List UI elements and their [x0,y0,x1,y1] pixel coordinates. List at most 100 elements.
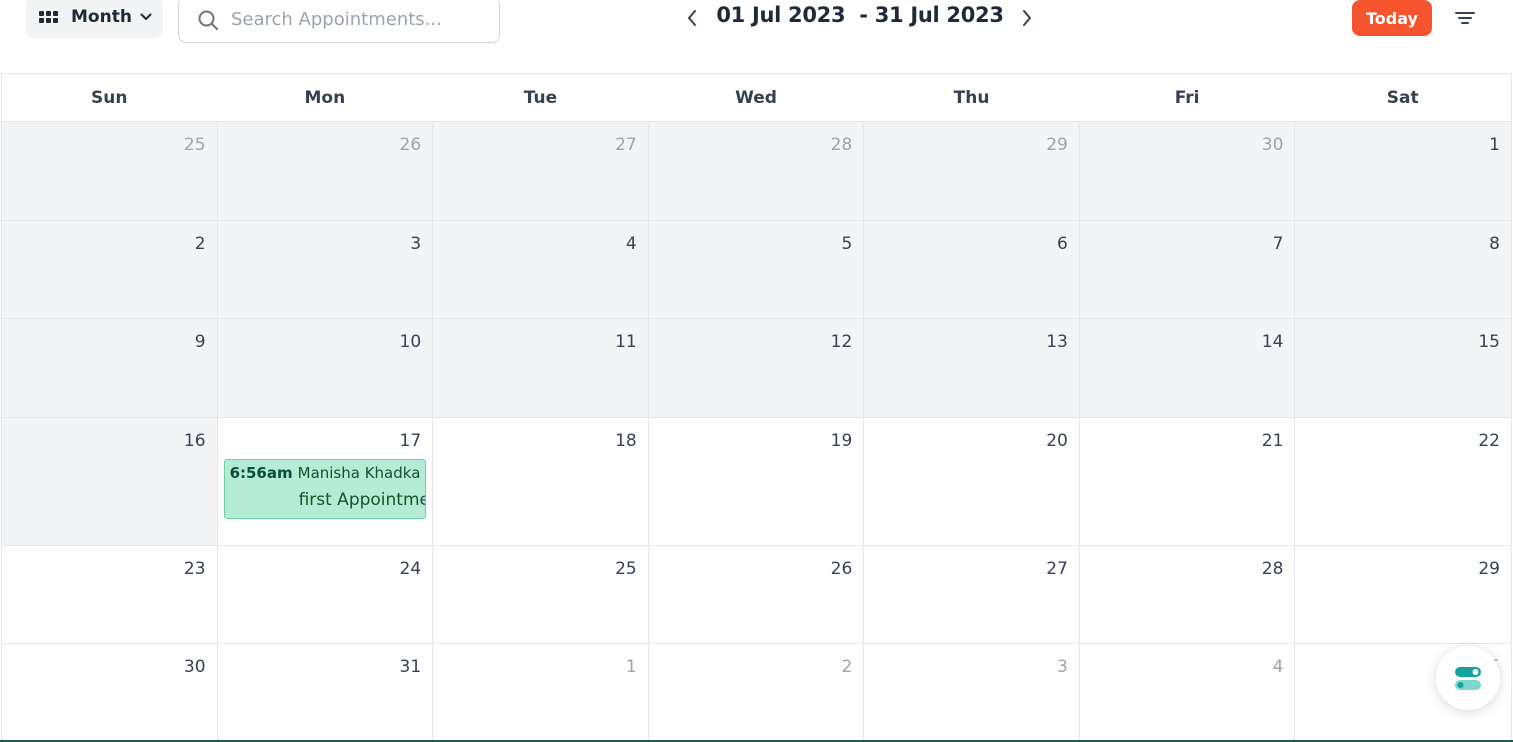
day-cell[interactable]: 12 [648,319,865,417]
day-cell[interactable]: 15 [1295,319,1511,417]
day-cell[interactable]: 29 [1295,546,1511,643]
week-row: 9 10 11 12 13 14 15 [2,319,1511,418]
day-number: 3 [1057,657,1068,677]
day-cell[interactable]: 18 [433,418,649,545]
filter-icon [1455,12,1475,24]
day-cell[interactable]: 19 [648,418,865,545]
day-cell[interactable]: 28 [1079,546,1296,643]
day-cell[interactable]: 2 [648,644,865,740]
grid-icon [39,11,58,23]
day-cell[interactable]: 21 [1079,418,1296,545]
week-row: 16 17 6:56amManisha Khadka first Appointmen… [2,418,1511,546]
week-row: 23 24 25 26 27 28 29 [2,546,1511,644]
day-number: 22 [1478,431,1500,451]
day-number: 7 [1272,234,1284,254]
day-cell[interactable]: 11 [433,319,649,417]
day-number: 29 [1046,135,1068,155]
day-cell[interactable]: 1 [433,644,649,740]
day-cell[interactable]: 24 [217,546,434,643]
day-cell[interactable]: 16 [2,418,218,545]
day-cell[interactable]: 31 [217,644,434,740]
weekday-header-sat: Sat [1386,87,1419,108]
day-cell[interactable]: 8 [1295,221,1511,318]
day-cell[interactable]: 22 [1295,418,1511,545]
month-calendar: Sun Mon Tue Wed Thu Fri Sat 25 26 27 28 29 30 1 2 3 4 5 6… [1,73,1512,742]
day-number: 27 [615,135,637,155]
day-number: 2 [194,234,206,254]
day-number: 9 [194,332,206,352]
day-number: 30 [1261,135,1284,155]
week-row: 2 3 4 5 6 7 8 [2,221,1511,319]
day-number: 26 [830,559,853,579]
settings-fab-button[interactable] [1436,646,1500,710]
day-number: 27 [1046,559,1068,579]
previous-month-button[interactable] [682,6,702,30]
day-number: 3 [410,234,422,254]
day-cell[interactable]: 13 [864,319,1080,417]
event-title: first Appointment [298,490,425,510]
day-number: 15 [1478,332,1500,352]
weekday-header-thu: Thu [953,87,990,108]
day-number: 21 [1261,431,1284,451]
day-number: 28 [1261,559,1284,579]
day-number: 17 [399,431,422,451]
day-number: 8 [1489,234,1500,254]
filter-button[interactable] [1452,6,1478,30]
day-cell[interactable]: 28 [648,122,865,220]
day-cell[interactable]: 27 [433,122,649,220]
day-cell[interactable]: 20 [864,418,1080,545]
day-number: 10 [399,332,422,352]
search-box[interactable] [178,0,500,43]
day-number: 13 [1046,332,1068,352]
next-month-button[interactable] [1017,6,1037,30]
view-selector-button[interactable]: Month [26,0,163,38]
today-button[interactable]: Today [1352,0,1432,36]
view-selector-label: Month [71,7,132,27]
day-cell[interactable]: 4 [433,221,649,318]
day-number: 4 [625,234,637,254]
weekday-header-wed: Wed [735,87,777,108]
weekday-header-tue: Tue [523,87,558,108]
day-cell[interactable]: 29 [864,122,1080,220]
day-cell[interactable]: 3 [217,221,434,318]
day-cell[interactable]: 26 [648,546,865,643]
calendar-toolbar: Month 01 Jul 2023 - 31 Jul 2023 Today [0,0,1513,74]
date-range-label: 01 Jul 2023 - 31 Jul 2023 [716,3,1004,27]
day-number: 4 [1272,657,1284,677]
appointment-event[interactable]: 6:56amManisha Khadka first Appointment [223,459,426,519]
day-cell[interactable]: 27 [864,546,1080,643]
day-cell[interactable]: 23 [2,546,218,643]
day-cell[interactable]: 9 [2,319,218,417]
calendar-weeks: 25 26 27 28 29 30 1 2 3 4 5 6 7 8 9 10 11 12 13 14 15 16 17 6:5… [2,122,1511,741]
day-cell[interactable]: 2 [2,221,218,318]
day-number: 25 [615,559,637,579]
day-number: 31 [399,657,422,677]
day-number: 30 [183,657,206,677]
day-number: 26 [399,135,422,155]
chevron-right-icon [1023,10,1031,26]
day-cell[interactable]: 3 [864,644,1080,740]
day-number: 1 [1489,135,1500,155]
day-cell[interactable]: 6 [864,221,1080,318]
day-cell[interactable]: 30 [1079,122,1296,220]
day-cell[interactable]: 14 [1079,319,1296,417]
day-number: 14 [1261,332,1284,352]
day-cell[interactable]: 30 [2,644,218,740]
day-number: 5 [841,234,853,254]
chevron-left-icon [688,10,696,26]
day-cell[interactable]: 5 [648,221,865,318]
day-cell[interactable]: 1 [1295,122,1511,220]
day-cell[interactable]: 17 6:56amManisha Khadka first Appointment [217,418,434,545]
day-cell[interactable]: 7 [1079,221,1296,318]
day-cell[interactable]: 10 [217,319,434,417]
day-cell[interactable]: 25 [2,122,218,220]
toggle-switches-icon [1455,667,1481,690]
search-icon [198,10,218,30]
weekday-header-sun: Sun [91,87,128,108]
day-number: 18 [615,431,637,451]
day-cell[interactable]: 26 [217,122,434,220]
day-cell[interactable]: 25 [433,546,649,643]
day-cell[interactable]: 4 [1079,644,1296,740]
day-number: 28 [830,135,853,155]
search-input[interactable] [231,9,481,30]
